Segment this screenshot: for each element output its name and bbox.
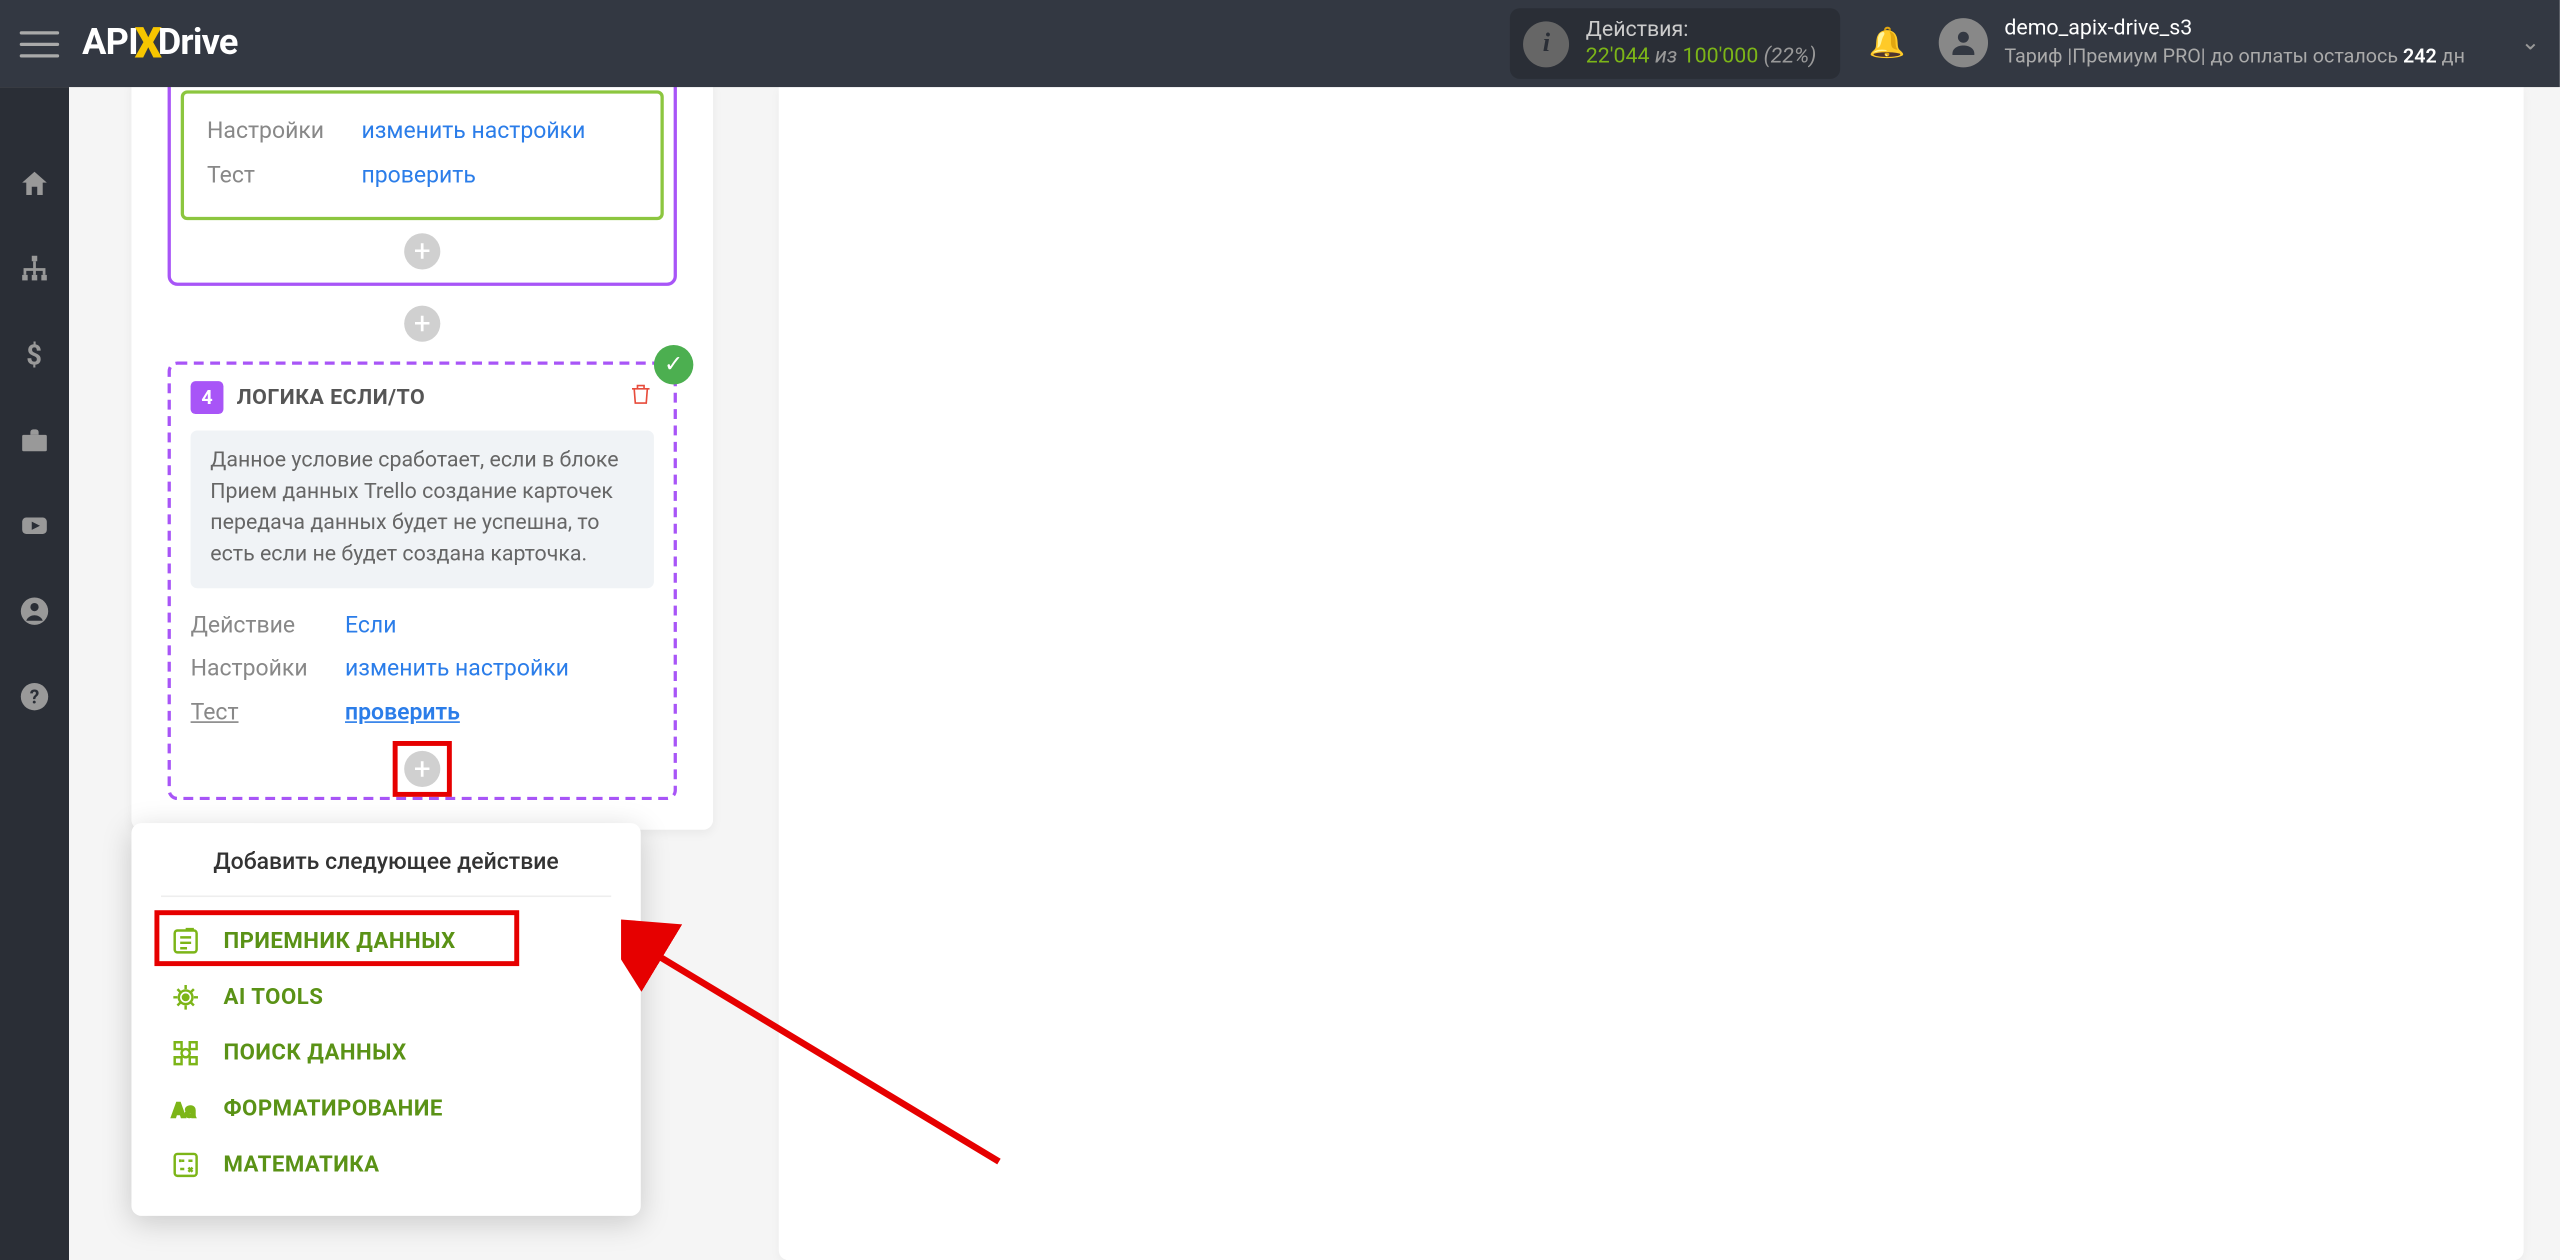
- chevron-down-icon: ⌄: [2521, 30, 2540, 56]
- logo-api: API: [82, 23, 138, 64]
- sidebar-briefcase-icon[interactable]: [16, 422, 52, 458]
- info-icon: i: [1523, 21, 1569, 67]
- content: Настройки изменить настройки Тест проверит…: [69, 87, 2560, 1260]
- sidebar-user-icon[interactable]: [16, 593, 52, 629]
- link-edit-settings[interactable]: изменить настройки: [345, 648, 569, 692]
- dropdown-item-search[interactable]: ПОИСК ДАННЫХ: [161, 1025, 611, 1081]
- highlight-box: [393, 742, 452, 798]
- link-test[interactable]: проверить: [361, 154, 475, 198]
- sidebar-billing-icon[interactable]: $: [16, 337, 52, 373]
- svg-text:Aa: Aa: [172, 1099, 196, 1122]
- actions-label: Действия:: [1586, 18, 1817, 44]
- search-icon: [168, 1035, 204, 1071]
- tariff-info: Тариф |Премиум PRO| до оплаты осталось 2…: [2004, 45, 2465, 71]
- highlight-box: [154, 910, 519, 966]
- avatar-icon: [1939, 19, 1988, 68]
- label-test: Тест: [207, 154, 338, 198]
- label-settings: Настройки: [207, 110, 338, 154]
- block-number: 4: [191, 381, 224, 414]
- add-action-dropdown: Добавить следующее действие ПРИЕМНИК ДАН…: [131, 823, 640, 1216]
- dropdown-label: ФОРМАТИРОВАНИЕ: [223, 1096, 442, 1122]
- add-step-button[interactable]: +: [404, 234, 440, 270]
- link-action[interactable]: Если: [345, 604, 396, 648]
- main-canvas: [779, 87, 2524, 1260]
- dropdown-label: МАТЕМАТИКА: [223, 1152, 379, 1178]
- block-prev: Настройки изменить настройки Тест проверит…: [168, 77, 677, 286]
- sidebar-home-icon[interactable]: [16, 166, 52, 202]
- actions-of: из: [1650, 44, 1683, 69]
- actions-counter[interactable]: i Действия: 22'044 из 100'000 (22%): [1510, 8, 1839, 79]
- check-icon: ✓: [654, 345, 693, 384]
- actions-used: 22'044: [1586, 44, 1650, 69]
- dropdown-item-format[interactable]: Aa ФОРМАТИРОВАНИЕ: [161, 1081, 611, 1137]
- format-icon: Aa: [168, 1091, 204, 1127]
- actions-pct: (22%): [1758, 44, 1816, 69]
- logo[interactable]: API X Drive: [82, 19, 237, 68]
- svg-text:$: $: [26, 339, 42, 371]
- dropdown-item-receiver[interactable]: ПРИЕМНИК ДАННЫХ: [161, 914, 611, 970]
- notifications-icon[interactable]: 🔔: [1869, 26, 1906, 61]
- header: API X Drive i Действия: 22'044 из 100'00…: [0, 0, 2560, 87]
- logo-drive: Drive: [158, 23, 238, 64]
- math-icon: [168, 1147, 204, 1183]
- actions-total: 100'000: [1683, 44, 1759, 69]
- dropdown-item-ai[interactable]: AI TOOLS: [161, 969, 611, 1025]
- block-logic: ✓ 4 ЛОГИКА ЕСЛИ/ТО Данное условие сработ…: [168, 362, 677, 801]
- block-title: ЛОГИКА ЕСЛИ/ТО: [237, 386, 426, 411]
- label-action: Действие: [191, 604, 322, 648]
- dropdown-label: AI TOOLS: [223, 984, 323, 1010]
- link-test[interactable]: проверить: [345, 691, 460, 735]
- label-settings: Настройки: [191, 648, 322, 692]
- block-description: Данное условие сработает, если в блоке П…: [191, 431, 654, 588]
- delete-block-button[interactable]: [628, 381, 654, 414]
- sidebar-connections-icon[interactable]: [16, 251, 52, 287]
- dropdown-item-math[interactable]: МАТЕМАТИКА: [161, 1137, 611, 1193]
- sidebar: $ ?: [0, 87, 69, 1260]
- sidebar-help-icon[interactable]: ?: [16, 679, 52, 715]
- label-test: Тест: [191, 691, 322, 735]
- sidebar-video-icon[interactable]: [16, 508, 52, 544]
- dropdown-title: Добавить следующее действие: [161, 849, 611, 897]
- menu-toggle[interactable]: [20, 24, 59, 63]
- add-block-button[interactable]: +: [404, 306, 440, 342]
- user-menu[interactable]: demo_apix-drive_s3 Тариф |Премиум PRO| д…: [1939, 17, 2540, 70]
- add-next-action-button[interactable]: +: [404, 751, 440, 787]
- workflow-panel: Настройки изменить настройки Тест проверит…: [131, 87, 713, 1260]
- dropdown-label: ПОИСК ДАННЫХ: [223, 1040, 406, 1066]
- link-edit-settings[interactable]: изменить настройки: [361, 110, 585, 154]
- ai-icon: [168, 979, 204, 1015]
- svg-text:?: ?: [30, 685, 40, 708]
- user-name: demo_apix-drive_s3: [2004, 17, 2465, 45]
